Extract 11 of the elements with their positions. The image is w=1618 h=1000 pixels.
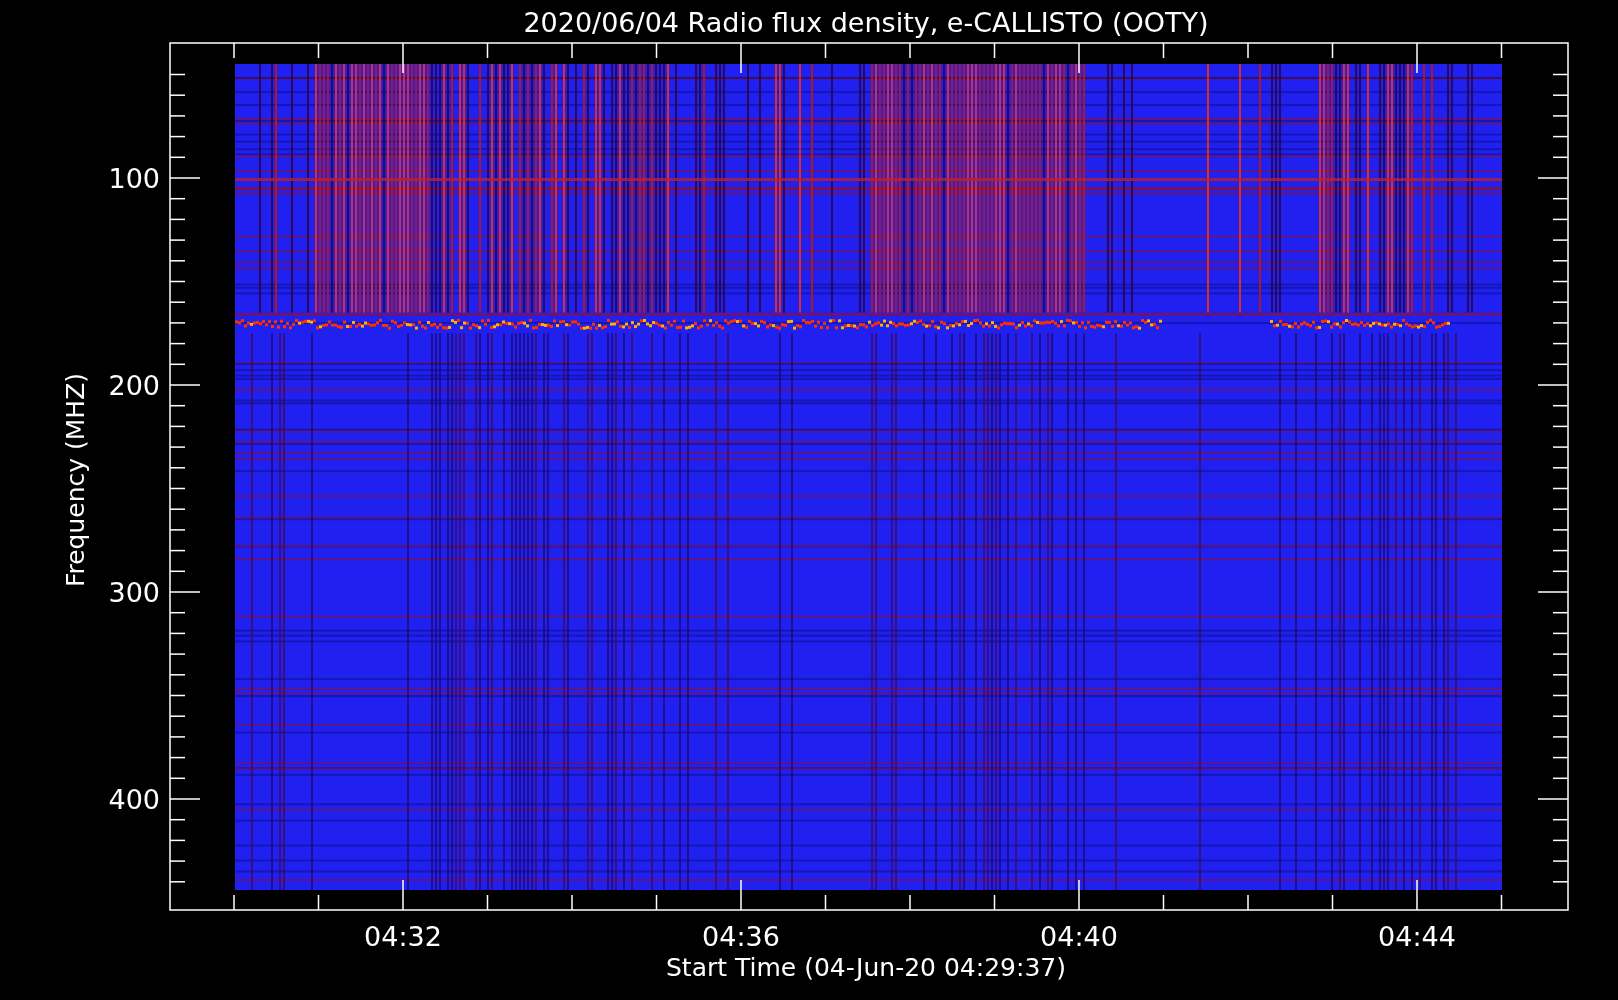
y-tick-label: 100 <box>108 163 160 194</box>
x-tick-label: 04:32 <box>364 921 442 952</box>
y-tick-label: 300 <box>108 577 160 608</box>
x-axis-label: Start Time (04-Jun-20 04:29:37) <box>666 953 1066 982</box>
y-tick-label: 200 <box>108 370 160 401</box>
x-tick-label: 04:40 <box>1040 921 1118 952</box>
y-tick-label: 400 <box>108 784 160 815</box>
x-tick-label: 04:44 <box>1378 921 1456 952</box>
x-tick-label: 04:36 <box>702 921 780 952</box>
chart-title: 2020/06/04 Radio flux density, e-CALLISTO (OOTY) <box>523 7 1209 38</box>
y-axis-label: Frequency (MHZ) <box>61 372 90 588</box>
